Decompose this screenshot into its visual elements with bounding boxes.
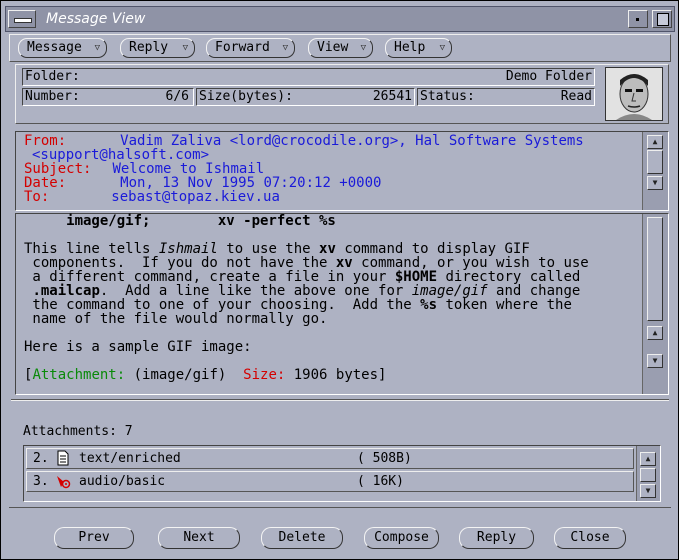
menu-help-label: Help xyxy=(394,40,426,55)
scroll-thumb[interactable] xyxy=(647,150,663,174)
menu-view-label: View xyxy=(317,40,349,55)
message-body-area[interactable]: image/gif; xv -perfect %s This line tells… xyxy=(15,213,669,395)
close-button[interactable]: Close xyxy=(554,527,626,549)
menu-view[interactable]: View ▽ xyxy=(308,38,373,58)
folder-label: Folder: xyxy=(25,69,80,84)
to-label: To: xyxy=(24,189,50,205)
status-label: Status: xyxy=(420,89,475,104)
number-field: Number: 6/6 xyxy=(22,88,194,106)
body-line: components. If you do not have the xv co… xyxy=(24,255,589,271)
menu-help[interactable]: Help ▽ xyxy=(385,38,452,58)
body-scrollbar[interactable]: ▲ ▼ xyxy=(642,214,668,394)
dropdown-arrow-icon: ▽ xyxy=(182,43,188,53)
scroll-up-arrow-icon[interactable]: ▲ xyxy=(647,326,663,340)
body-line: a different command, create a file in yo… xyxy=(24,269,581,285)
window-title: Message View xyxy=(46,11,146,27)
message-body-text: image/gif; xv -perfect %s This line tells… xyxy=(16,214,640,394)
title-bar[interactable]: Message View xyxy=(5,6,675,32)
scroll-up-arrow-icon[interactable]: ▲ xyxy=(640,452,656,466)
attachment-inline-link[interactable]: [Attachment: (image/gif) Size: 1906 byte… xyxy=(24,368,632,382)
dropdown-arrow-icon: ▽ xyxy=(360,43,366,53)
attachments-scrollbar[interactable]: ▲ ▼ xyxy=(636,446,660,501)
menu-forward-label: Forward xyxy=(215,40,270,55)
sash-divider[interactable] xyxy=(11,399,669,401)
number-value: 6/6 xyxy=(165,89,189,104)
menu-reply-label: Reply xyxy=(129,40,169,55)
dropdown-arrow-icon: ▽ xyxy=(94,43,100,53)
status-value: Read xyxy=(560,89,592,104)
menu-bar: Message ▽ Reply ▽ Forward ▽ View ▽ Help … xyxy=(9,34,671,62)
document-icon xyxy=(55,450,71,466)
action-button-bar: Prev Next Delete Compose Reply Close xyxy=(9,507,671,555)
window-menu-button[interactable] xyxy=(8,10,36,28)
status-field: Status: Read xyxy=(417,88,595,106)
scroll-thumb[interactable] xyxy=(647,217,663,321)
message-info-panel: Folder: Demo Folder Number: 6/6 Size(byt… xyxy=(15,64,669,124)
scroll-down-arrow-icon[interactable]: ▼ xyxy=(640,484,656,498)
menu-message-label: Message xyxy=(27,40,82,55)
sender-face-icon xyxy=(605,67,663,121)
prev-button[interactable]: Prev xyxy=(54,527,134,549)
body-line: Here is a sample GIF image: xyxy=(24,339,252,355)
size-field: Size(bytes): 26541 xyxy=(196,88,415,106)
menu-message[interactable]: Message ▽ xyxy=(18,38,107,58)
size-value: 26541 xyxy=(372,89,412,104)
folder-value: Demo Folder xyxy=(505,69,592,84)
attachments-list[interactable]: 2. text/enriched ( 508B) 3. audio/basic … xyxy=(23,445,661,502)
number-label: Number: xyxy=(25,89,80,104)
attachment-row[interactable]: 3. audio/basic ( 16K) xyxy=(26,471,634,492)
next-button[interactable]: Next xyxy=(158,527,240,549)
folder-field: Folder: Demo Folder xyxy=(22,68,595,86)
size-label: Size(bytes): xyxy=(199,89,293,104)
audio-speaker-icon xyxy=(55,473,71,489)
menu-reply[interactable]: Reply ▽ xyxy=(120,38,195,58)
scroll-thumb[interactable] xyxy=(640,468,656,482)
to-value: sebast@topaz.kiev.ua xyxy=(111,189,280,205)
attachment-type: audio/basic xyxy=(79,474,166,489)
maximize-button[interactable] xyxy=(652,10,672,28)
dropdown-arrow-icon: ▽ xyxy=(282,43,288,53)
scroll-up-arrow-icon[interactable]: ▲ xyxy=(647,135,663,149)
menu-forward[interactable]: Forward ▽ xyxy=(206,38,295,58)
message-headers-area[interactable]: From: Vadim Zaliva <lord@crocodile.org>, … xyxy=(15,131,669,211)
compose-button[interactable]: Compose xyxy=(364,527,439,549)
dropdown-arrow-icon: ▽ xyxy=(439,43,445,53)
body-line: .mailcap. Add a line like the above one … xyxy=(32,283,581,299)
message-headers-text: From: Vadim Zaliva <lord@crocodile.org>, … xyxy=(16,132,640,210)
attachment-type: text/enriched xyxy=(79,451,181,466)
attachment-row[interactable]: 2. text/enriched ( 508B) xyxy=(26,448,634,469)
reply-button[interactable]: Reply xyxy=(459,527,534,549)
delete-button[interactable]: Delete xyxy=(261,527,343,549)
minimize-button[interactable] xyxy=(628,10,648,28)
message-view-window: Message View Message ▽ Reply ▽ Forward ▽… xyxy=(0,0,679,560)
scroll-down-arrow-icon[interactable]: ▼ xyxy=(647,176,663,190)
headers-scrollbar[interactable]: ▲ ▼ xyxy=(642,132,668,210)
attachments-count-label: Attachments: 7 xyxy=(23,424,133,439)
attachment-size: ( 508B) xyxy=(357,451,412,466)
scroll-down-arrow-icon[interactable]: ▼ xyxy=(647,354,663,368)
attachment-size: ( 16K) xyxy=(357,474,404,489)
body-line: name of the file would normally go. xyxy=(24,311,328,327)
body-line-mailcap: image/gif; xv -perfect %s xyxy=(24,213,336,229)
body-line: This line tells Ishmail to use the xv co… xyxy=(24,241,530,257)
body-line: the command to one of your choosing. Add… xyxy=(24,297,572,313)
